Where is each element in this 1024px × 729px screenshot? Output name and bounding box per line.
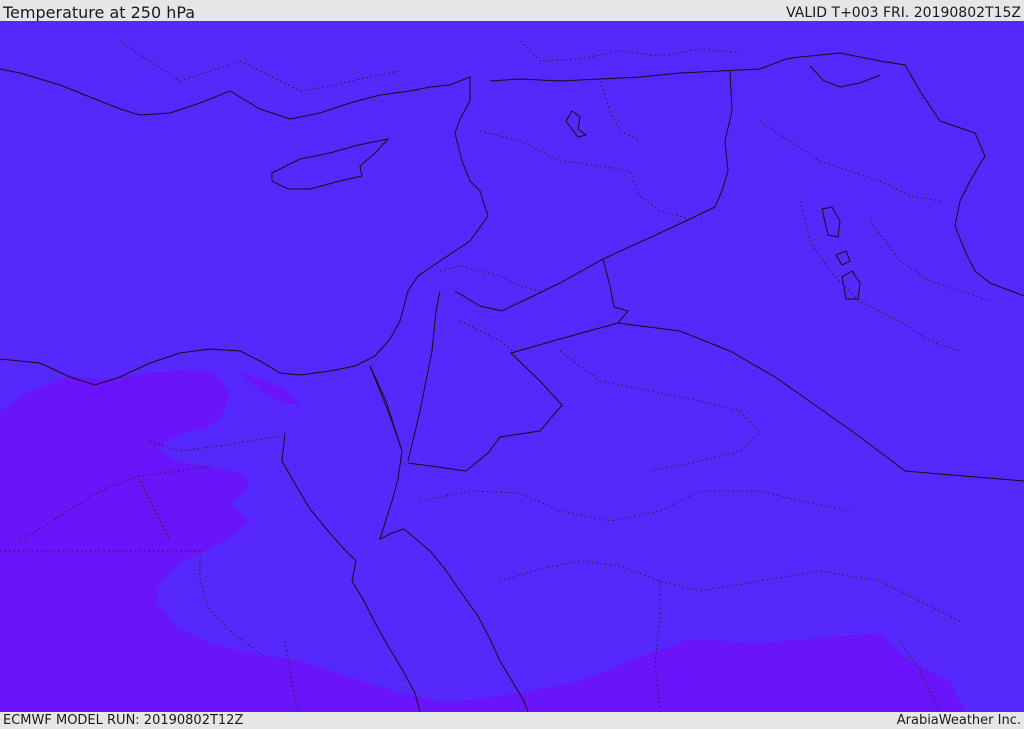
model-run: ECMWF MODEL RUN: 20190802T12Z [3, 713, 244, 728]
header-bar: Temperature at 250 hPa VALID T+003 FRI. … [0, 0, 1024, 22]
credit: ArabiaWeather Inc. [896, 713, 1021, 728]
temperature-map[interactable] [0, 21, 1024, 713]
map-title: Temperature at 250 hPa [3, 3, 196, 22]
footer-bar: ECMWF MODEL RUN: 20190802T12Z ArabiaWeat… [0, 712, 1024, 729]
valid-time: VALID T+003 FRI. 20190802T15Z [786, 5, 1021, 21]
